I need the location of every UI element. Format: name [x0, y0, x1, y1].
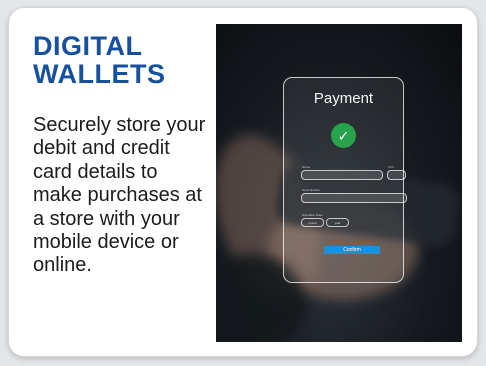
card-description: Securely store your debit and credit car… [33, 114, 206, 277]
payment-title: Payment [313, 90, 374, 107]
payment-screen: Payment ✓ Name CVV Card Number Expiratio… [283, 77, 407, 283]
month-select[interactable]: month [301, 218, 324, 227]
card-number-field[interactable] [301, 193, 407, 203]
year-select[interactable]: year [326, 218, 349, 227]
payment-photo: Payment ✓ Name CVV Card Number Expiratio… [216, 24, 462, 342]
confirm-button[interactable]: Confirm [324, 246, 380, 254]
cvv-field[interactable] [387, 170, 406, 180]
card-number-label: Card Number [302, 188, 321, 192]
name-label: Name [302, 165, 311, 169]
expiration-label: Expiration Date [302, 213, 323, 217]
info-card: DIGITAL WALLETS Securely store your debi… [8, 7, 478, 357]
cvv-label: CVV [388, 165, 395, 169]
card-heading: DIGITAL WALLETS [33, 31, 166, 89]
name-field[interactable] [301, 170, 383, 180]
check-icon: ✓ [331, 123, 356, 148]
